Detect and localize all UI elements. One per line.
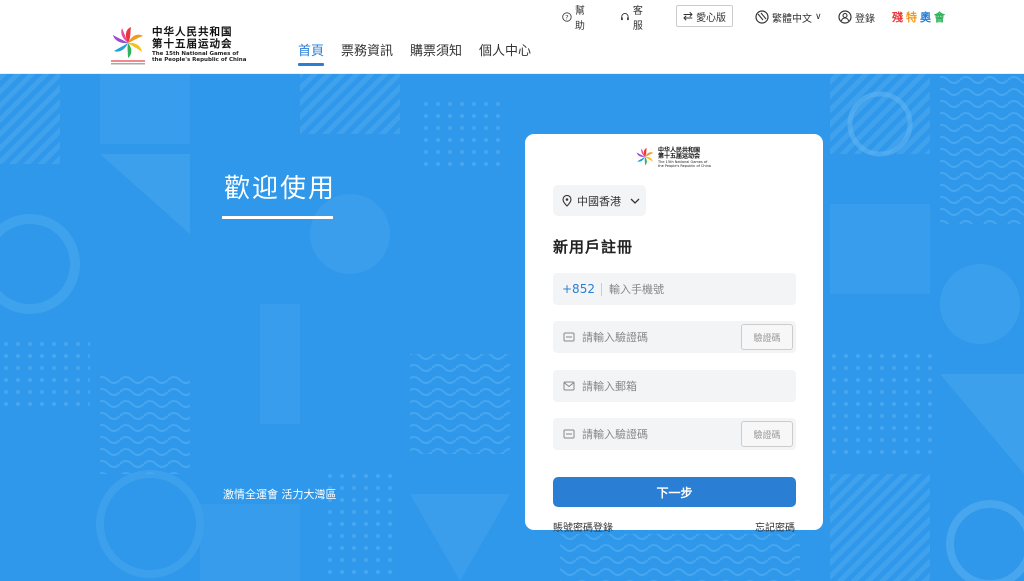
logo-text: 中华人民共和国 第十五届运动会 The 15th National Games …: [152, 27, 247, 63]
region-label: 中國香港: [577, 194, 621, 208]
service-label: 客服: [632, 6, 643, 32]
paralympic-char-1: 殘: [892, 11, 903, 24]
svg-text:?: ?: [565, 14, 568, 21]
games-logo[interactable]: 中华人民共和国 第十五届运动会 The 15th National Games …: [110, 24, 250, 66]
phone-field[interactable]: +852 輸入手機號: [553, 273, 796, 305]
welcome-heading: 歡迎使用: [224, 174, 337, 204]
region-selector[interactable]: 中國香港: [553, 185, 646, 216]
customer-service-link[interactable]: 客服: [620, 2, 647, 32]
chevron-down-icon: [630, 198, 640, 204]
language-selector[interactable]: 繁體中文 ∨: [755, 10, 822, 25]
care-label: 愛心版: [696, 12, 727, 24]
switch-icon: ⇄: [683, 9, 694, 23]
paralympic-char-4: 會: [934, 11, 945, 24]
verification-icon: [563, 332, 575, 342]
card-games-logo: 中华人民共和国 第十五届运动会 The 15th National Games …: [635, 144, 715, 172]
email-input[interactable]: 請輸入郵箱: [575, 378, 637, 394]
logo-en-line2: the People's Republic of China: [152, 56, 247, 63]
get-code-button-2[interactable]: 驗證碼: [741, 421, 793, 447]
paralympic-char-2: 特: [906, 11, 917, 24]
help-label: 幫助: [574, 6, 585, 32]
card-emblem-icon: [635, 146, 655, 170]
registration-title: 新用戶註冊: [553, 238, 634, 256]
care-mode-button[interactable]: ⇄ 愛心版: [676, 5, 734, 27]
language-icon: [755, 10, 769, 24]
nav-purchase-notice[interactable]: 購票須知: [410, 40, 462, 66]
mail-icon: [563, 381, 575, 391]
paralympic-games-link[interactable]: 殘特奧會: [892, 9, 945, 25]
paralympic-char-3: 奧: [920, 11, 931, 24]
games-emblem-icon: [110, 25, 146, 65]
phone-input[interactable]: 輸入手機號: [602, 281, 664, 297]
language-label: 繁體中文: [772, 13, 812, 25]
next-step-button[interactable]: 下一步: [553, 477, 796, 507]
card-logo-en-line2: the People's Republic of China: [658, 163, 711, 168]
help-link[interactable]: ? 幫助: [562, 2, 589, 32]
login-label: 登錄: [855, 13, 875, 25]
verification-code-field-2[interactable]: 請輸入驗證碼 驗證碼: [553, 418, 796, 450]
nav-personal-center[interactable]: 個人中心: [479, 40, 531, 66]
verification-icon: [563, 429, 575, 439]
decorative-pattern-background: [0, 74, 1024, 581]
get-code-button-1[interactable]: 驗證碼: [741, 324, 793, 350]
verification-code-field-1[interactable]: 請輸入驗證碼 驗證碼: [553, 321, 796, 353]
email-field[interactable]: 請輸入郵箱: [553, 370, 796, 402]
verification-code-input-2[interactable]: 請輸入驗證碼: [575, 426, 648, 442]
forgot-password-link[interactable]: 忘記密碼: [755, 519, 795, 534]
registration-card: 中华人民共和国 第十五届运动会 The 15th National Games …: [525, 134, 823, 534]
verification-code-input-1[interactable]: 請輸入驗證碼: [575, 329, 648, 345]
help-icon: ?: [562, 12, 572, 22]
card-logo-text: 中华人民共和国 第十五届运动会 The 15th National Games …: [658, 147, 711, 169]
welcome-underline: [222, 216, 333, 219]
nav-ticket-info[interactable]: 票務資訊: [341, 40, 393, 66]
phone-prefix[interactable]: +852: [553, 282, 602, 296]
header: 中华人民共和国 第十五届运动会 The 15th National Games …: [0, 0, 1024, 74]
hero-banner: [0, 74, 1024, 581]
logo-cn-line2: 第十五届运动会: [152, 37, 233, 50]
password-login-link[interactable]: 賬號密碼登錄: [553, 519, 613, 534]
location-pin-icon: [562, 194, 572, 207]
user-icon: [838, 10, 852, 24]
chevron-down-icon: ∨: [815, 12, 822, 22]
headset-icon: [621, 13, 629, 21]
nav-home[interactable]: 首頁: [298, 40, 325, 66]
hero-slogan: 激情全運會 活力大灣區: [223, 488, 337, 501]
login-link[interactable]: 登錄: [838, 10, 875, 25]
main-nav: 首頁 票務資訊 購票須知 個人中心: [298, 40, 531, 66]
